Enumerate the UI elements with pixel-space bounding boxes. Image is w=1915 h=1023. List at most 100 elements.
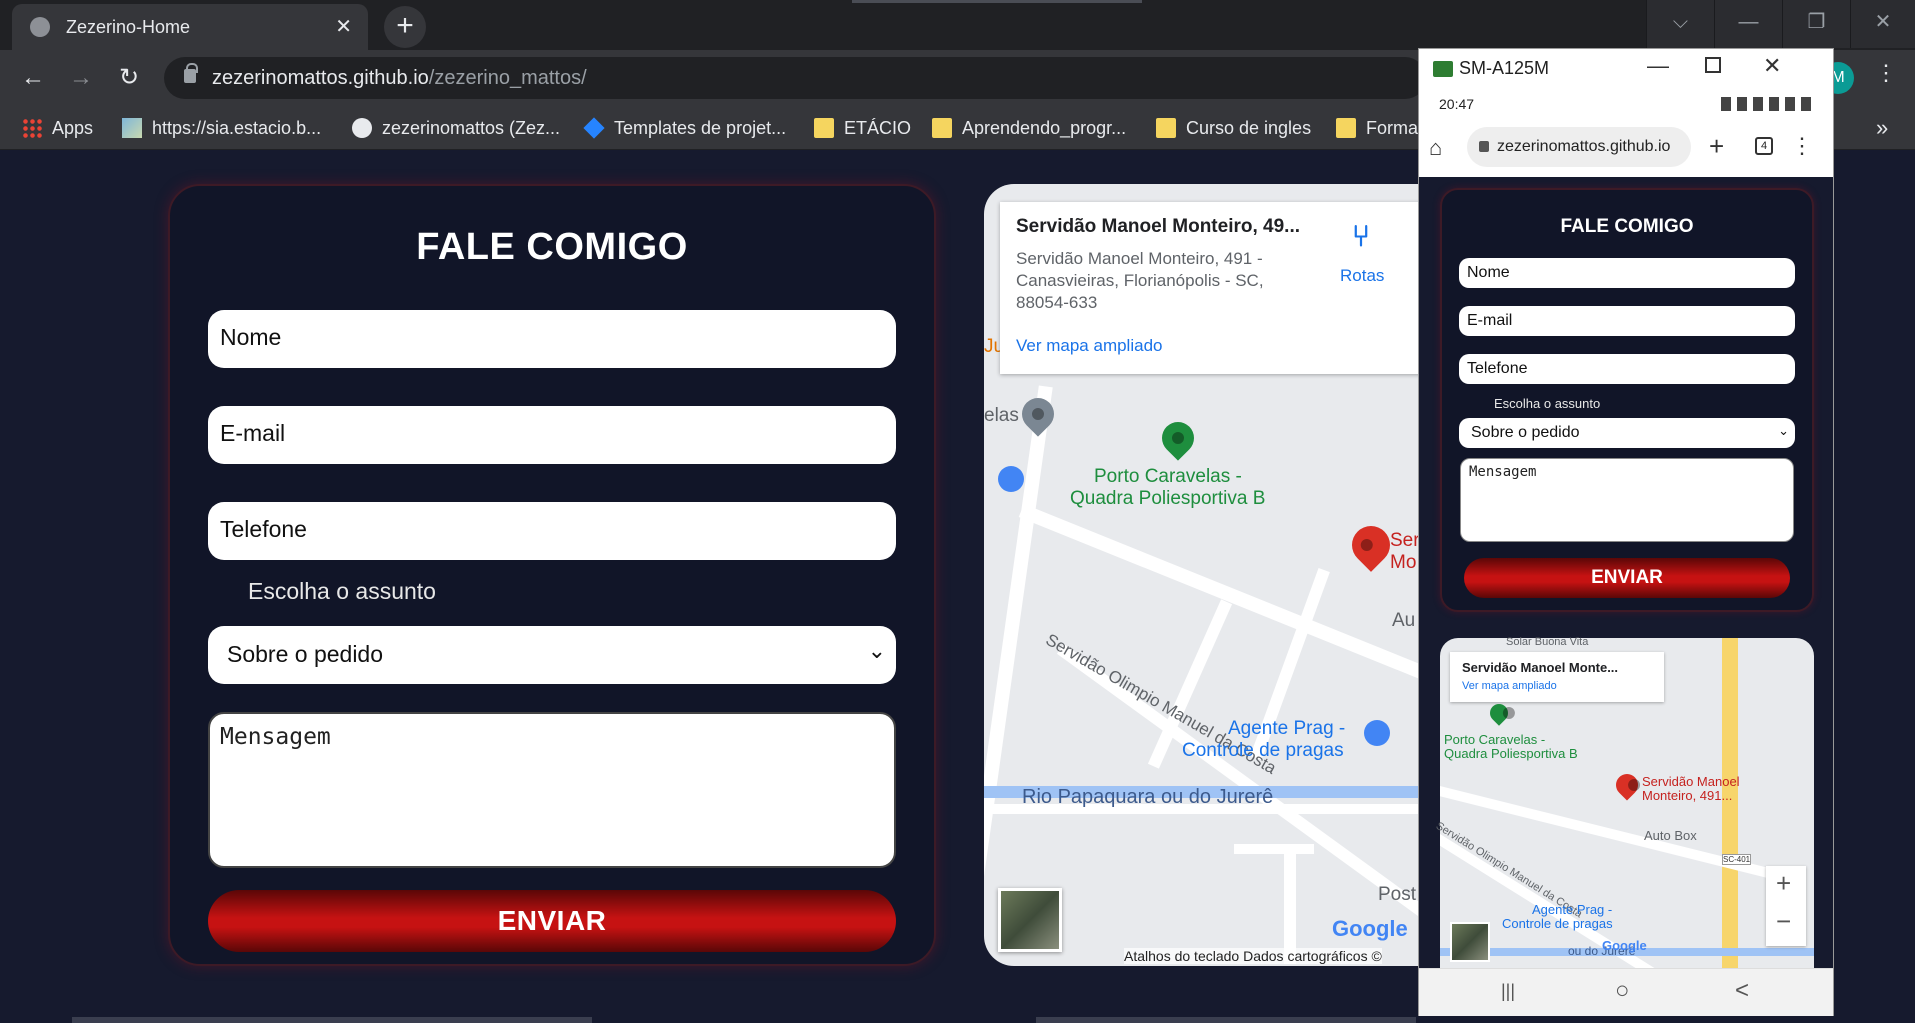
lock-icon[interactable]	[184, 63, 198, 83]
map-enlarge-link[interactable]: Ver mapa ampliado	[1016, 336, 1162, 356]
service-pin-icon[interactable]	[1364, 720, 1390, 746]
tab-search-icon[interactable]: ⌵	[1646, 0, 1714, 48]
restore-button[interactable]: ❐	[1782, 0, 1850, 48]
phone-email-input[interactable]: E-mail	[1459, 306, 1795, 336]
google-logo: Google	[1332, 916, 1408, 941]
map-label-controle: Controle de pragas	[1182, 740, 1344, 761]
phone-subject-select[interactable]: Sobre o pedido ⌄	[1459, 418, 1795, 448]
phone-map-controle: Controle de pragas	[1502, 916, 1613, 931]
tab-strip-indicator	[852, 0, 1142, 3]
phone-maximize-button[interactable]	[1705, 57, 1721, 73]
bookmark-aprendendo[interactable]: Aprendendo_progr...	[932, 114, 1126, 142]
map-card-address: Servidão Manoel Monteiro, 491 - Canasvie…	[1016, 249, 1264, 312]
directions-icon[interactable]: ⑂	[1352, 220, 1380, 253]
shopping-pin-icon[interactable]	[998, 466, 1024, 492]
reload-button[interactable]: ↻	[112, 62, 146, 96]
new-tab-button[interactable]: +	[384, 6, 426, 48]
phone-minimize-button[interactable]: —	[1647, 53, 1669, 79]
bookmark-etacio[interactable]: ETÁCIO	[814, 114, 911, 142]
message-textarea[interactable]: Mensagem	[208, 712, 896, 868]
address-bar[interactable]: zezerinomattos.github.io/zezerino_mattos…	[164, 57, 1426, 99]
forward-button[interactable]: →	[64, 62, 98, 96]
phone-phone-input[interactable]: Telefone	[1459, 354, 1795, 384]
subject-label: Escolha o assunto	[248, 578, 436, 604]
bookmark-forma[interactable]: Forma	[1336, 114, 1418, 142]
phone-map-solar: Solar Buona Vita	[1506, 636, 1589, 648]
chevron-down-icon: ⌄	[867, 638, 886, 663]
home-button[interactable]: ○	[1615, 977, 1630, 1005]
phone-form-title: FALE COMIGO	[1560, 216, 1694, 237]
bookmarks-overflow-button[interactable]: »	[1876, 114, 1888, 142]
browser-tab[interactable]: Zezerino-Home ✕	[12, 4, 368, 50]
email-input[interactable]: E-mail	[208, 406, 896, 464]
phone-send-button[interactable]: ENVIAR	[1464, 558, 1790, 598]
recent-apps-button[interactable]: |||	[1501, 981, 1515, 1002]
bookmark-apps[interactable]: Apps	[22, 114, 93, 142]
subject-select-value: Sobre o pedido	[227, 641, 384, 667]
phone-map-card: Servidão Manoel Monte... Ver mapa amplia…	[1450, 652, 1664, 702]
phone-map-sc401: SC-401	[1722, 854, 1752, 865]
url-text: zezerinomattos.github.io/zezerino_mattos…	[212, 67, 587, 89]
bookmark-curso[interactable]: Curso de ingles	[1156, 114, 1311, 142]
subject-select[interactable]: Sobre o pedido ⌄	[208, 626, 896, 684]
minimize-button[interactable]: —	[1714, 0, 1782, 48]
map-label-ser: Ser	[1390, 530, 1420, 551]
browser-menu-icon[interactable]: ⋮	[1874, 60, 1898, 94]
phone-zoom-controls: + −	[1766, 866, 1806, 946]
phone-close-button[interactable]: ✕	[1763, 53, 1781, 79]
phone-map-link[interactable]: Ver mapa ampliado	[1462, 680, 1557, 692]
map-attribution: Atalhos do teclado Dados cartográficos ©	[1124, 948, 1382, 964]
phone-google-logo: Google	[1602, 938, 1647, 953]
zoom-out-button[interactable]: −	[1776, 906, 1791, 937]
phone-nav-bar: ||| ○ <	[1419, 968, 1833, 1016]
phone-map-pin-label: Servidão Manoel	[1642, 774, 1740, 789]
folder-icon	[932, 118, 952, 138]
status-icons	[1721, 97, 1813, 111]
map-label-porto: Porto Caravelas -	[1094, 466, 1242, 487]
phone-newtab-icon[interactable]: +	[1709, 131, 1724, 162]
folder-icon	[1156, 118, 1176, 138]
directions-link[interactable]: Rotas	[1340, 266, 1384, 286]
map-label-quadra: Quadra Poliesportiva B	[1070, 488, 1266, 509]
phone-home-icon[interactable]: ⌂	[1429, 135, 1442, 161]
phone-tabs-button[interactable]: 4	[1755, 137, 1773, 155]
bookmark-sia[interactable]: https://sia.estacio.b...	[122, 114, 321, 142]
phone-satellite-toggle[interactable]	[1450, 922, 1490, 962]
satellite-layer-toggle[interactable]	[998, 888, 1062, 952]
back-nav-button[interactable]: <	[1735, 977, 1749, 1005]
phone-message-textarea[interactable]: Mensagem	[1460, 458, 1794, 542]
tab-title: Zezerino-Home	[66, 17, 191, 37]
close-window-button[interactable]: ✕	[1850, 0, 1915, 48]
form-title: FALE COMIGO	[416, 226, 688, 268]
phone-menu-icon[interactable]: ⋮	[1791, 133, 1813, 159]
phone-lock-icon	[1479, 141, 1489, 152]
github-icon	[352, 118, 372, 138]
phone-address-bar: ⌂ zezerinomattos.github.io + 4 ⋮	[1419, 121, 1833, 177]
phone-time: 20:47	[1439, 96, 1475, 112]
phone-subject-label: Escolha o assunto	[1494, 396, 1601, 411]
map-label-post: Post	[1378, 884, 1417, 905]
send-button[interactable]: ENVIAR	[208, 890, 896, 952]
tab-close-icon[interactable]: ✕	[335, 14, 352, 39]
back-button[interactable]: ←	[16, 62, 50, 96]
phone-map-title: Servidão Manoel Monte...	[1462, 660, 1619, 675]
folder-icon	[814, 118, 834, 138]
phone-url-field[interactable]: zezerinomattos.github.io	[1467, 127, 1691, 167]
name-input[interactable]: Nome	[208, 310, 896, 368]
bookmark-github[interactable]: zezerinomattos (Zez...	[352, 114, 560, 142]
page-scrollbar-left[interactable]	[72, 1017, 592, 1023]
map-river-label: Rio Papaquara ou do Jurerê	[1022, 786, 1274, 808]
phone-name-input[interactable]: Nome	[1459, 258, 1795, 288]
phone-input[interactable]: Telefone	[208, 502, 896, 560]
zoom-in-button[interactable]: +	[1776, 868, 1791, 899]
phone-map-agente: Agente Prag -	[1532, 902, 1613, 917]
phone-subject-value: Sobre o pedido	[1471, 424, 1580, 441]
chevron-down-icon: ⌄	[1778, 423, 1789, 438]
apps-grid-icon	[22, 118, 42, 138]
page-scrollbar-right[interactable]	[1036, 1017, 1416, 1023]
map-label-au: Au	[1392, 610, 1416, 631]
bookmark-templates[interactable]: Templates de projet...	[583, 114, 786, 142]
map-info-card: Servidão Manoel Monteiro, 49... Servidão…	[1000, 202, 1440, 374]
phone-titlebar: SM-A125M — ✕	[1419, 49, 1833, 91]
map-label-velas: elas	[984, 405, 1019, 426]
